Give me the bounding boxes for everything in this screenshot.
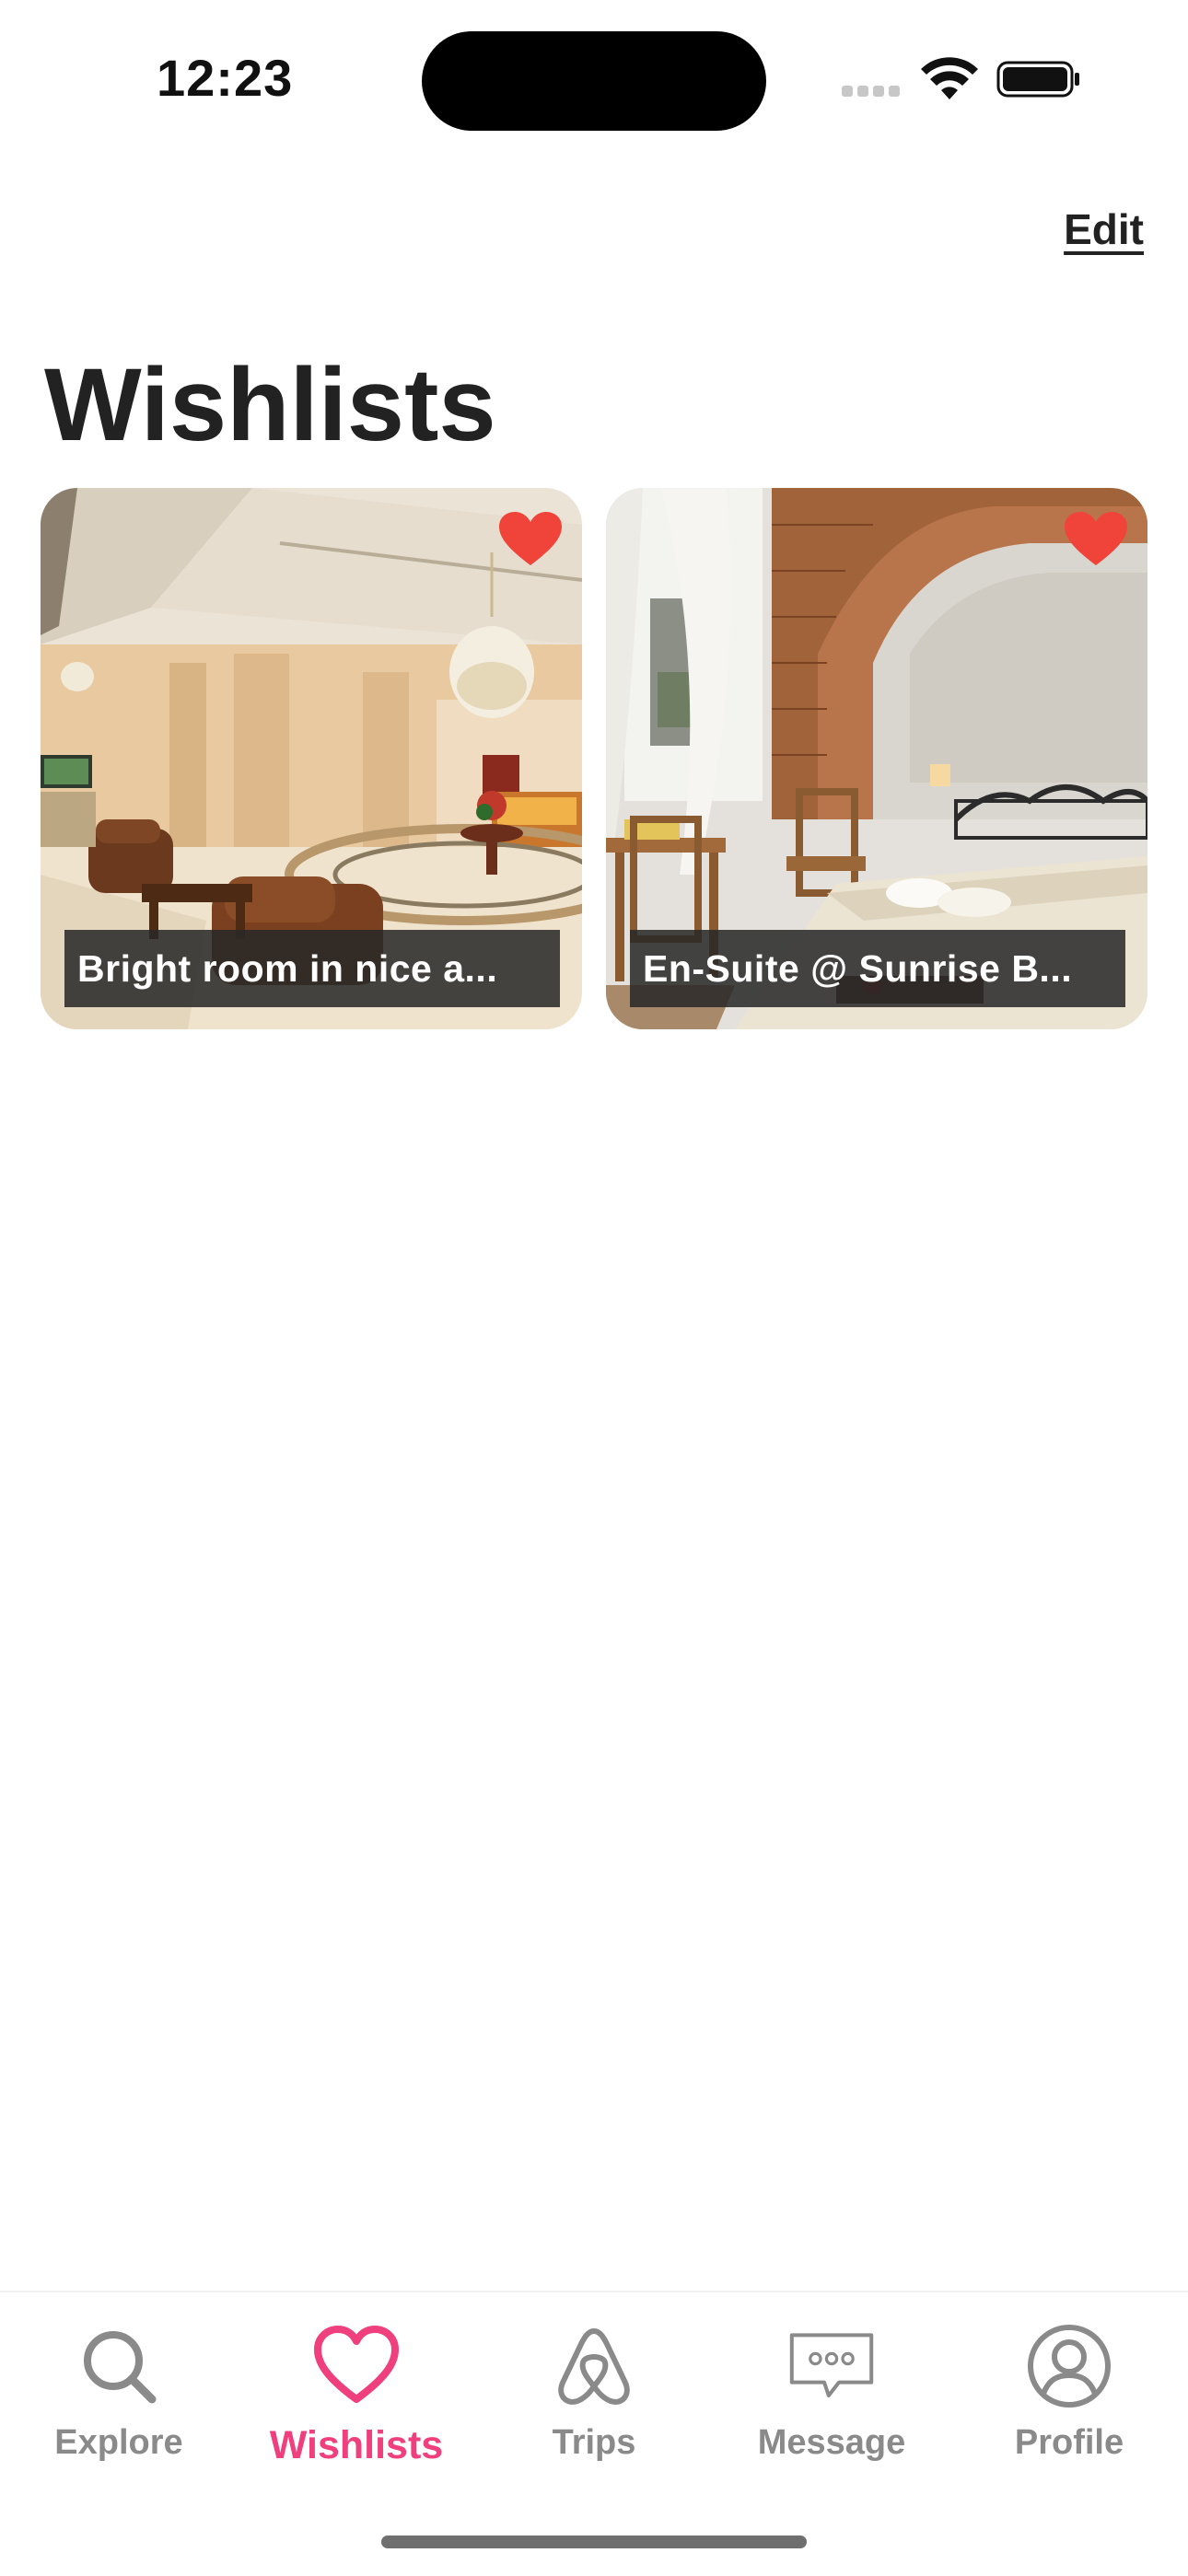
tab-label: Profile [1014, 2423, 1124, 2462]
wishlist-grid: Bright room in nice a... En-Suite @ Sunr… [41, 488, 1147, 1031]
tab-label: Explore [54, 2423, 183, 2462]
edit-button[interactable]: Edit [1064, 204, 1144, 254]
heart-icon [312, 2322, 401, 2410]
wifi-icon [921, 57, 978, 101]
tab-wishlists[interactable]: Wishlists [238, 2322, 475, 2497]
battery-icon [996, 59, 1081, 99]
heart-icon[interactable] [499, 512, 562, 567]
status-bar: 12:23 [0, 0, 1188, 157]
wishlist-card[interactable]: En-Suite @ Sunrise B... [606, 488, 1147, 1029]
tab-label: Message [757, 2423, 906, 2462]
airbnb-logo-icon [550, 2322, 638, 2410]
cellular-signal-icon [842, 85, 906, 98]
tab-label: Wishlists [269, 2423, 444, 2467]
wishlist-card[interactable]: Bright room in nice a... [41, 488, 582, 1029]
tab-trips[interactable]: Trips [475, 2322, 713, 2497]
wishlist-title: En-Suite @ Sunrise B... [630, 930, 1125, 1007]
search-icon [75, 2322, 163, 2410]
home-indicator[interactable] [381, 2535, 807, 2548]
tab-profile[interactable]: Profile [950, 2322, 1188, 2497]
wishlist-title: Bright room in nice a... [64, 930, 560, 1007]
status-time: 12:23 [157, 49, 294, 107]
dynamic-island [422, 31, 766, 131]
tab-bar: Explore Wishlists Trips Message Profile [0, 2291, 1188, 2576]
tab-label: Trips [552, 2423, 636, 2462]
page-title: Wishlists [44, 347, 496, 462]
heart-icon[interactable] [1065, 512, 1127, 567]
profile-icon [1025, 2322, 1113, 2410]
message-bubble-icon [787, 2322, 876, 2410]
tab-explore[interactable]: Explore [0, 2322, 238, 2497]
tab-message[interactable]: Message [713, 2322, 950, 2497]
